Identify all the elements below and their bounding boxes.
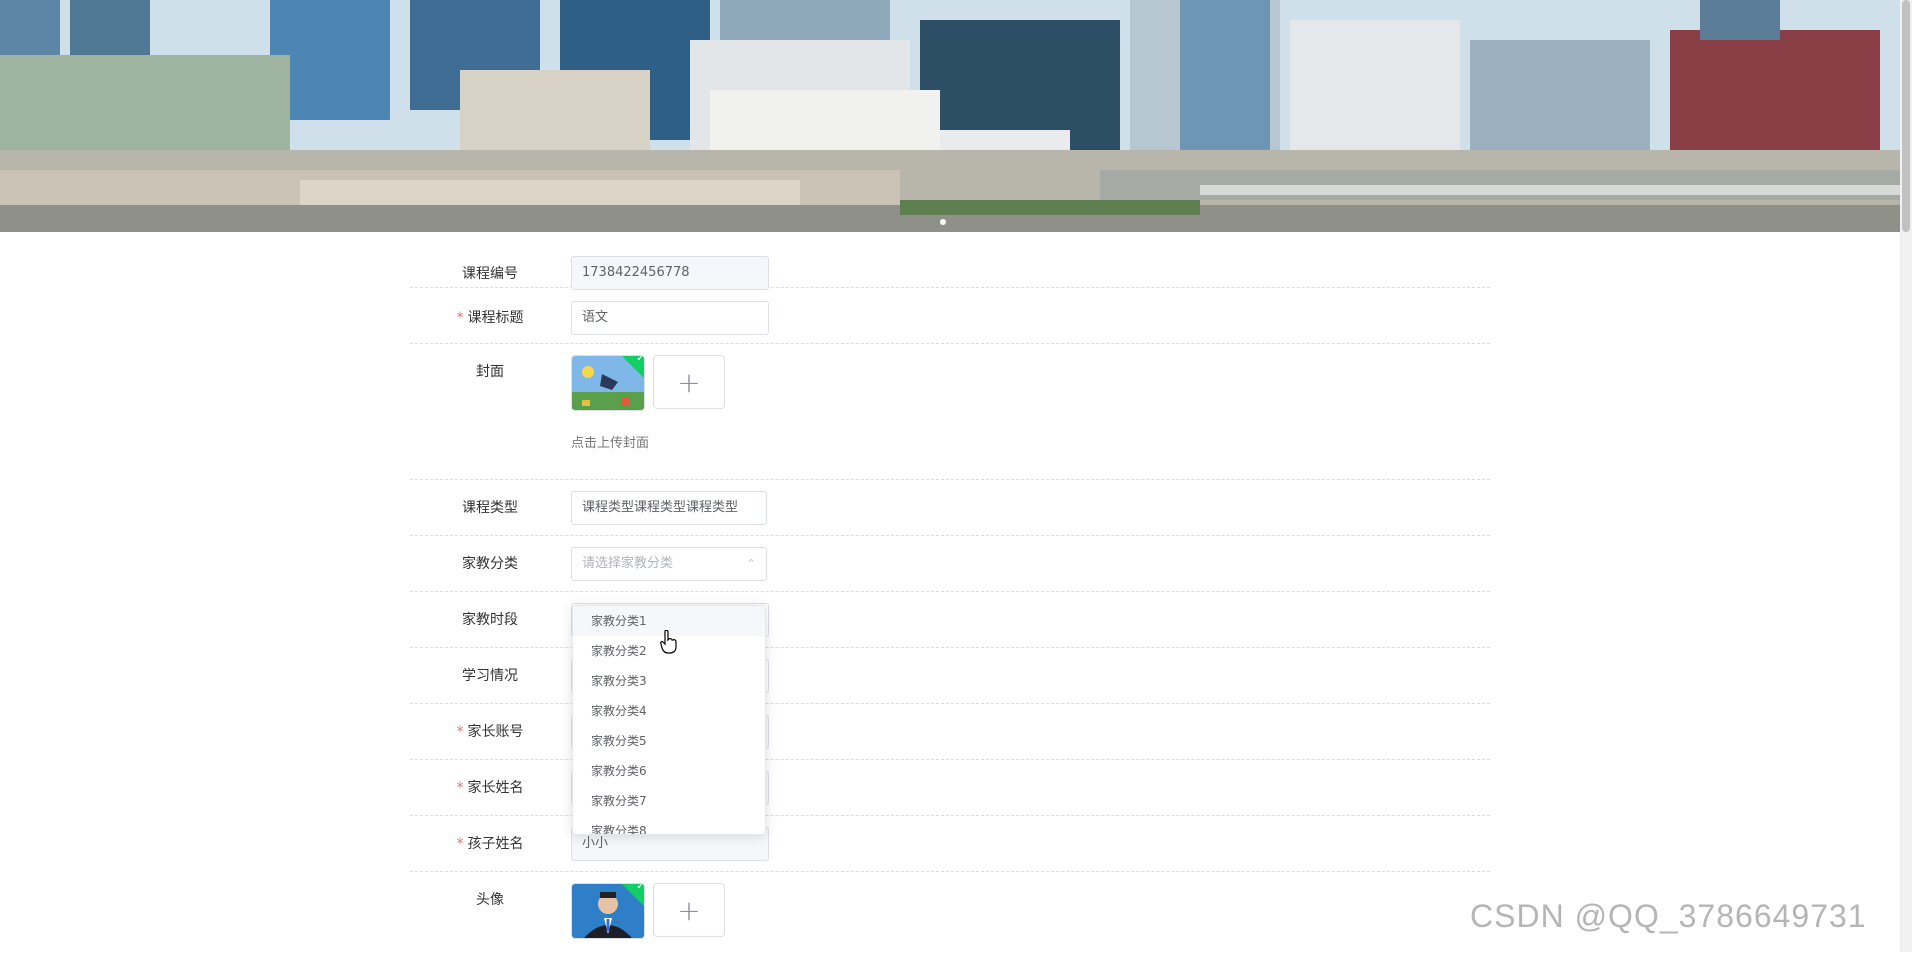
page-scrollbar[interactable] [1900, 0, 1912, 952]
cover-upload-hint: 点击上传封面 [571, 436, 650, 451]
form-row-course-title: * 课程标题 语文 [410, 288, 1490, 344]
cover-upload-button[interactable]: + [653, 355, 725, 409]
child-name-label: * 孩子姓名 [456, 836, 524, 852]
watermark-text: CSDN @QQ_3786649731 [1470, 898, 1867, 934]
required-mark: * [456, 724, 464, 740]
form-row-tutor-category: 家教分类 请选择家教分类 ⌃ [410, 536, 1490, 592]
parent-name-label: * 家长姓名 [456, 780, 524, 796]
plus-icon: + [677, 365, 701, 399]
course-title-field[interactable]: 语文 [571, 301, 769, 335]
tutor-category-label: 家教分类 [462, 556, 518, 572]
tutor-period-label: 家教时段 [462, 612, 518, 628]
form-row-course-type: 课程类型 课程类型课程类型课程类型 [410, 480, 1490, 536]
course-form: 课程编号 1738422456778 * 课程标题 语文 封面 ✓ + 点击上传封… [410, 232, 1490, 962]
tutor-category-placeholder: 请选择家教分类 [582, 556, 674, 571]
cover-thumbnail[interactable]: ✓ [571, 355, 645, 411]
course-type-field[interactable]: 课程类型课程类型课程类型 [571, 491, 767, 525]
hand-cursor-icon [660, 630, 677, 654]
form-row-course-no: 课程编号 1738422456778 [410, 232, 1490, 290]
avatar-label: 头像 [476, 892, 504, 908]
form-row-avatar: 头像 ✓ + [410, 872, 1490, 962]
avatar-thumbnail[interactable]: ✓ [571, 883, 645, 939]
course-title-label: * 课程标题 [456, 310, 524, 326]
course-no-field[interactable]: 1738422456778 [571, 256, 769, 290]
carousel-indicator [940, 219, 946, 225]
dropdown-option[interactable]: 家教分类3 [573, 666, 765, 696]
dropdown-option[interactable]: 家教分类5 [573, 726, 765, 756]
course-type-label: 课程类型 [462, 500, 518, 516]
required-mark: * [456, 780, 464, 796]
cover-label: 封面 [476, 364, 504, 380]
form-row-cover: 封面 ✓ + 点击上传封面 [410, 344, 1490, 480]
study-status-label: 学习情况 [462, 668, 518, 684]
course-no-label: 课程编号 [462, 266, 518, 282]
carousel-dot[interactable] [940, 219, 946, 225]
scrollbar-thumb[interactable] [1902, 0, 1910, 232]
dropdown-option[interactable]: 家教分类6 [573, 756, 765, 786]
check-icon: ✓ [636, 883, 645, 892]
check-icon: ✓ [636, 355, 645, 364]
plus-icon: + [677, 893, 701, 927]
dropdown-option[interactable]: 家教分类7 [573, 786, 765, 816]
tutor-category-select[interactable]: 请选择家教分类 ⌃ [571, 547, 767, 581]
parent-account-label: * 家长账号 [456, 724, 524, 740]
avatar-upload-button[interactable]: + [653, 883, 725, 937]
chevron-up-icon: ⌃ [746, 557, 756, 570]
required-mark: * [456, 836, 464, 852]
hero-banner [0, 0, 1900, 232]
dropdown-option[interactable]: 家教分类8 [573, 816, 765, 834]
dropdown-option[interactable]: 家教分类4 [573, 696, 765, 726]
required-mark: * [456, 310, 464, 326]
city-skyline-image [0, 0, 1900, 232]
